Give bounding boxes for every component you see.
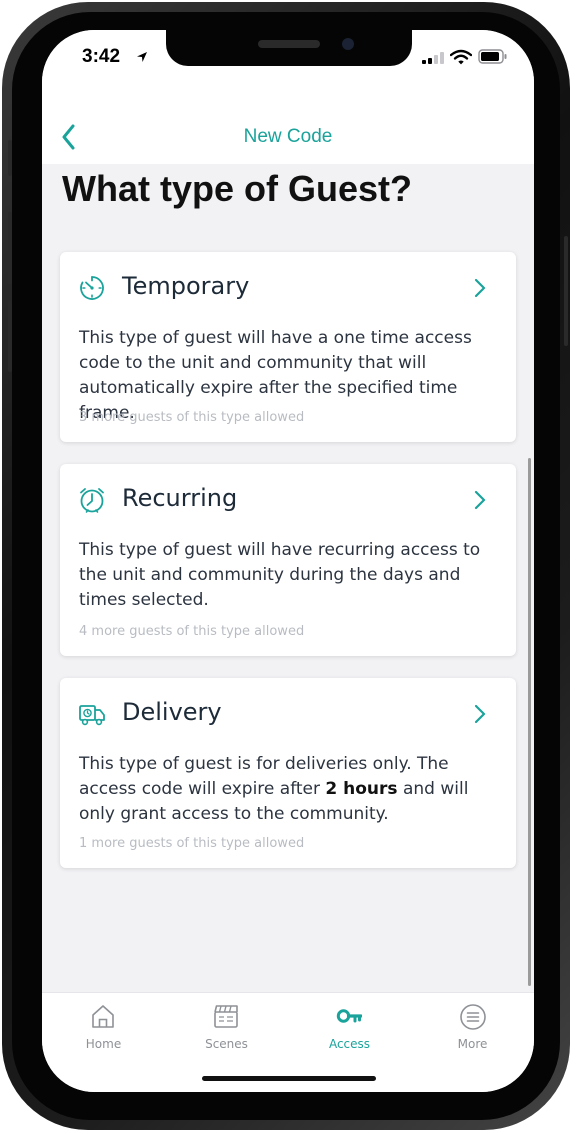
home-indicator[interactable] <box>202 1076 376 1081</box>
power-button <box>564 236 568 346</box>
card-title: Recurring <box>122 484 238 512</box>
tab-home[interactable]: Home <box>42 993 165 1057</box>
location-arrow-icon <box>137 52 147 62</box>
card-allowance-note: 4 more guests of this type allowed <box>79 624 305 639</box>
card-title: Temporary <box>122 272 250 300</box>
clapperboard-icon <box>214 1005 238 1028</box>
navigation-bar: New Code <box>42 110 534 164</box>
chevron-right-icon <box>474 490 486 510</box>
description-emphasis: 2 hours <box>325 779 398 799</box>
speaker-grille <box>258 40 320 48</box>
tab-scenes[interactable]: Scenes <box>165 993 288 1057</box>
card-title: Delivery <box>122 698 222 726</box>
notch <box>166 30 412 66</box>
volume-up-button <box>8 212 12 284</box>
card-allowance-note: 1 more guests of this type allowed <box>79 836 305 851</box>
battery-icon <box>478 49 507 64</box>
page-nav-title: New Code <box>243 126 333 147</box>
wifi-icon <box>450 49 472 65</box>
key-icon <box>336 1009 362 1023</box>
status-time: 3:42 <box>82 46 121 67</box>
guest-type-card-delivery[interactable]: Delivery This type of guest is for deliv… <box>60 678 516 868</box>
guest-type-card-temporary[interactable]: Temporary This type of guest will have a… <box>60 252 516 442</box>
cellular-signal-icon <box>422 52 444 64</box>
chevron-right-icon <box>474 278 486 298</box>
app-screen: 3:42 New Code What type of Guest? Tempor… <box>42 30 534 1092</box>
page-title: What type of Guest? <box>62 168 412 209</box>
mute-switch <box>8 140 12 176</box>
tab-label: Home <box>85 1037 122 1051</box>
tab-access[interactable]: Access <box>288 993 411 1057</box>
volume-down-button <box>8 300 12 372</box>
status-bar: 3:42 <box>42 30 534 110</box>
guest-type-card-recurring[interactable]: Recurring This type of guest will have r… <box>60 464 516 656</box>
card-description: This type of guest will have recurring a… <box>79 540 481 610</box>
menu-circle-icon <box>460 1004 486 1030</box>
timer-icon <box>80 276 104 300</box>
tab-more[interactable]: More <box>411 993 534 1057</box>
alarm-clock-icon <box>80 488 104 513</box>
front-camera <box>342 38 354 50</box>
card-allowance-note: 3 more guests of this type allowed <box>79 410 305 425</box>
delivery-truck-icon <box>79 705 105 726</box>
chevron-right-icon <box>474 704 486 724</box>
scrollbar[interactable] <box>528 458 531 986</box>
tab-label: Scenes <box>205 1037 248 1051</box>
tab-label: Access <box>328 1037 371 1051</box>
home-icon <box>92 1005 114 1028</box>
tab-label: More <box>457 1037 488 1051</box>
card-description: This type of guest is for deliveries onl… <box>79 752 504 827</box>
